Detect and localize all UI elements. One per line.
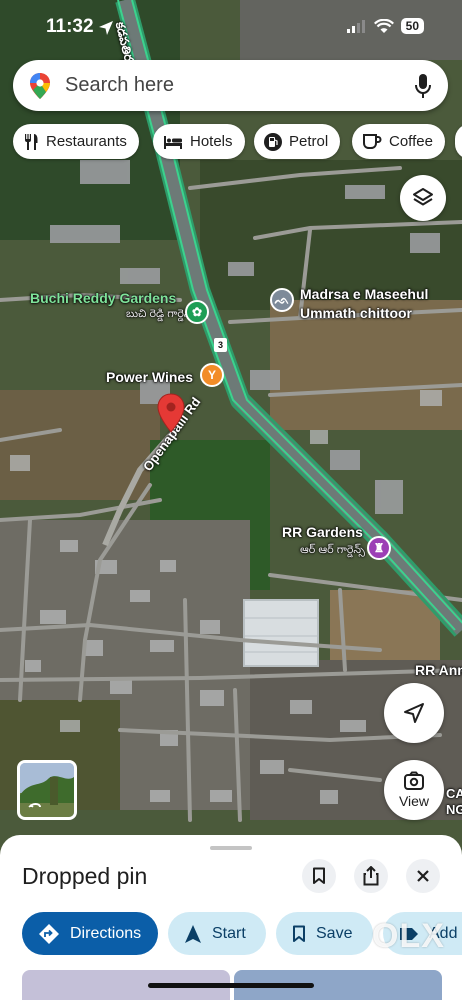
layers-icon	[413, 188, 433, 206]
madrsa-label-line2[interactable]: Ummath chittoor	[300, 305, 412, 321]
street-view-thumbnail[interactable]	[17, 760, 77, 820]
status-bar: 11:32 50	[0, 0, 462, 54]
close-icon	[417, 870, 429, 882]
chip-coffee[interactable]: Coffee	[352, 124, 445, 159]
share-icon	[363, 866, 379, 886]
maps-pin-logo-icon	[30, 73, 50, 99]
buchi-reddy-gardens-label[interactable]: Buchi Reddy Gardens	[30, 290, 176, 306]
street-view-photo-icon	[20, 763, 74, 817]
chip-restaurants[interactable]: Restaurants	[13, 124, 139, 159]
save-bookmark-icon	[293, 925, 305, 942]
start-button[interactable]: Start	[168, 912, 266, 955]
save-label: Save	[316, 924, 353, 942]
directions-label: Directions	[70, 924, 142, 942]
status-time: 11:32	[46, 16, 94, 37]
street-view-button[interactable]: View	[384, 760, 444, 820]
maps-screen: కడపతిర్పతి రోడ్ 3 Buchi Reddy Gardens బు…	[0, 0, 462, 1000]
close-button[interactable]	[406, 859, 440, 893]
search-input[interactable]: Search here	[65, 74, 174, 97]
location-arrow-icon	[99, 21, 113, 35]
wine-glass-poi-icon[interactable]: Y	[200, 363, 224, 387]
dropped-pin-icon[interactable]	[157, 393, 185, 433]
wifi-icon	[373, 18, 394, 33]
venue-poi-icon[interactable]: ♜	[367, 536, 391, 560]
start-label: Start	[212, 924, 246, 942]
navigation-start-icon	[185, 924, 201, 943]
edge-label-1: CA	[446, 786, 462, 801]
chip-coffee-label: Coffee	[389, 133, 433, 150]
rr-gardens-label[interactable]: RR Gardens	[282, 524, 363, 540]
park-poi-icon[interactable]: ✿	[185, 300, 209, 324]
home-indicator[interactable]	[148, 983, 314, 988]
cellular-signal-icon	[346, 20, 365, 33]
power-wines-label[interactable]: Power Wines	[106, 369, 193, 385]
directions-icon	[39, 923, 59, 944]
chip-petrol[interactable]: Petrol	[254, 124, 341, 159]
chip-petrol-label: Petrol	[289, 133, 329, 150]
view-label: View	[398, 793, 430, 809]
rr-ann-label[interactable]: RR Ann	[415, 662, 462, 678]
sheet-drag-handle[interactable]	[210, 846, 252, 850]
mosque-poi-icon[interactable]: ᨒ	[270, 288, 294, 312]
fuel-pump-icon	[264, 132, 282, 151]
coffee-cup-icon	[363, 133, 382, 149]
layers-button[interactable]	[400, 175, 446, 221]
bookmark-icon	[313, 867, 325, 884]
bookmark-button[interactable]	[302, 859, 336, 893]
search-bar[interactable]: Search here	[13, 60, 448, 111]
olx-watermark: OLX	[372, 917, 445, 955]
edge-label-2: NG	[446, 802, 462, 817]
fork-knife-icon	[25, 133, 38, 150]
rr-gardens-te-label: ఆర్ ఆర్ గార్డెన్స్	[300, 544, 366, 556]
navigation-arrow-icon	[404, 703, 424, 723]
save-button[interactable]: Save	[276, 912, 373, 955]
route-shield: 3	[214, 338, 227, 352]
share-button[interactable]	[354, 859, 388, 893]
directions-button[interactable]: Directions	[22, 912, 158, 955]
battery-indicator: 50	[400, 18, 424, 34]
chip-hotels[interactable]: Hotels	[153, 124, 245, 159]
camera-icon	[404, 771, 424, 790]
place-title: Dropped pin	[22, 863, 148, 889]
microphone-icon[interactable]	[414, 73, 432, 99]
chip-restaurants-label: Restaurants	[46, 133, 127, 150]
madrsa-label-line1[interactable]: Madrsa e Maseehul	[300, 286, 428, 302]
status-indicators: 50	[346, 18, 424, 34]
my-location-button[interactable]	[384, 683, 444, 743]
bed-icon	[164, 135, 182, 149]
chip-hotels-label: Hotels	[190, 133, 233, 150]
